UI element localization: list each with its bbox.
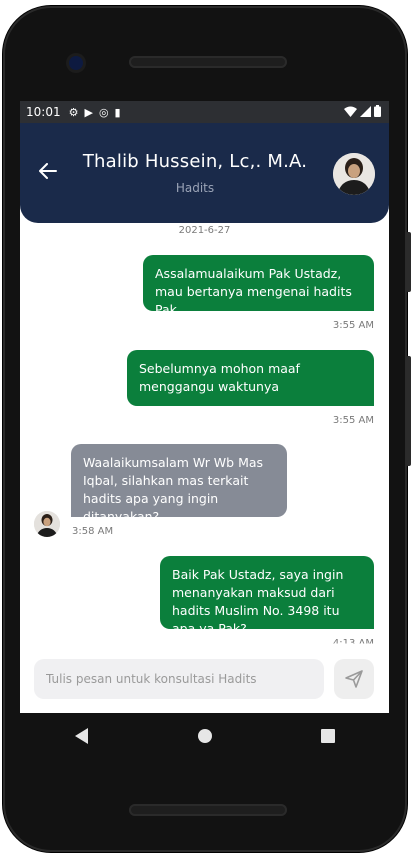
- message-bubble-outgoing[interactable]: Sebelumnya mohon maaf menggangu waktunya: [127, 350, 374, 406]
- bottom-speaker: [129, 804, 287, 816]
- signal-icon: [360, 105, 371, 117]
- message-bubble-outgoing[interactable]: Baik Pak Ustadz, saya ingin menanyakan m…: [160, 556, 374, 636]
- system-nav-bar: [20, 713, 389, 759]
- play-protect-icon: ▶: [84, 105, 93, 119]
- message-text: Sebelumnya mohon maaf menggangu waktunya: [139, 361, 300, 394]
- chat-header: Thalib Hussein, Lc,. M.A. Hadits: [20, 123, 389, 223]
- gear-icon: ⚙: [68, 105, 79, 119]
- page-subtitle: Hadits: [175, 181, 215, 195]
- message-text: Assalamualaikum Pak Ustadz, mau bertanya…: [155, 266, 352, 317]
- message-time: 3:58 AM: [72, 526, 114, 537]
- power-button: [406, 232, 411, 292]
- send-icon: [345, 670, 363, 688]
- status-time: 10:01: [26, 105, 61, 119]
- volume-button: [406, 356, 411, 466]
- top-speaker: [129, 56, 287, 68]
- data-saver-icon: ◎: [98, 105, 109, 119]
- sd-card-icon: ▮: [114, 105, 121, 119]
- nav-back-icon[interactable]: [62, 716, 102, 756]
- send-button[interactable]: [334, 659, 374, 699]
- message-bubble-outgoing[interactable]: Assalamualaikum Pak Ustadz, mau bertanya…: [143, 255, 374, 317]
- avatar: [34, 511, 60, 537]
- page-title: Thalib Hussein, Lc,. M.A.: [82, 151, 308, 172]
- nav-home-icon[interactable]: [185, 716, 225, 756]
- front-camera: [69, 56, 83, 70]
- wifi-icon: [344, 106, 357, 117]
- message-time: 3:55 AM: [332, 415, 374, 426]
- message-input[interactable]: [34, 659, 324, 699]
- message-text: Baik Pak Ustadz, saya ingin menanyakan m…: [172, 567, 344, 636]
- message-bubble-incoming[interactable]: Waalaikumsalam Wr Wb Mas Iqbal, silahkan…: [71, 444, 287, 524]
- message-composer: [20, 647, 389, 713]
- message-time: 3:55 AM: [332, 320, 374, 331]
- status-bar: 10:01 ⚙ ▶ ◎ ▮: [20, 101, 389, 123]
- arrow-left-icon[interactable]: [36, 161, 60, 185]
- nav-recents-icon[interactable]: [308, 716, 348, 756]
- battery-icon: [374, 105, 381, 117]
- avatar[interactable]: [333, 153, 375, 195]
- app-screen: 10:01 ⚙ ▶ ◎ ▮ Thalib Hussein, Lc,. M.A. …: [20, 101, 389, 713]
- message-text: Waalaikumsalam Wr Wb Mas Iqbal, silahkan…: [83, 455, 264, 524]
- chat-date: 2021-6-27: [178, 225, 231, 236]
